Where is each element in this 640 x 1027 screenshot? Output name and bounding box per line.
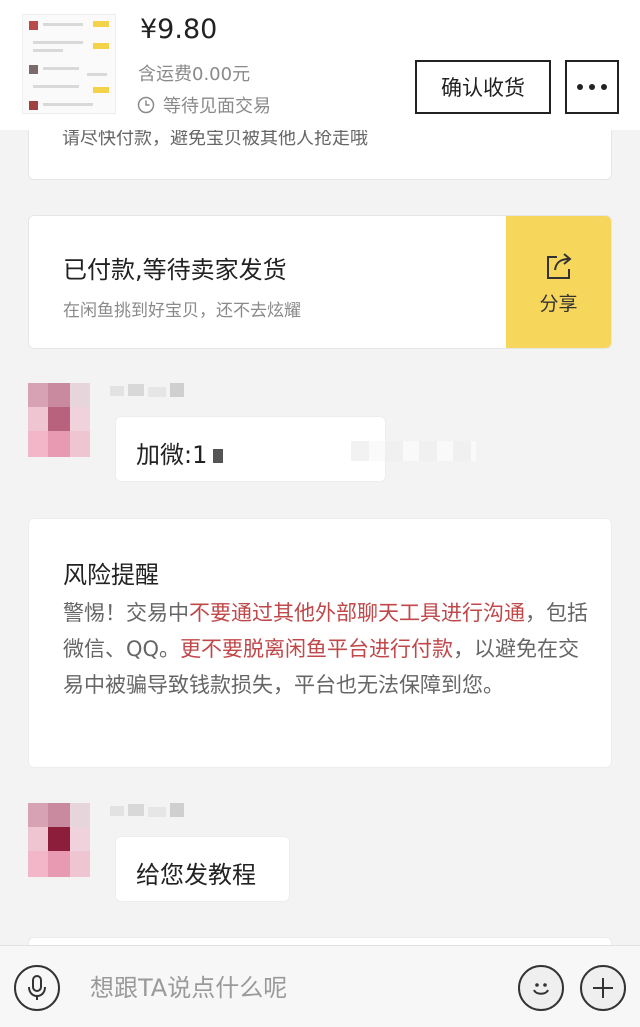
risk-reminder-title: 风险提醒 xyxy=(63,561,159,589)
redacted-number xyxy=(213,449,224,463)
plus-icon xyxy=(593,978,613,998)
microphone-icon xyxy=(28,975,46,1000)
chat-message-text: 给您发教程 xyxy=(136,861,256,889)
add-attachment-button[interactable] xyxy=(580,965,626,1011)
message-input[interactable] xyxy=(90,966,490,1010)
chat-bubble[interactable]: 加微:1 xyxy=(115,416,476,482)
more-options-button[interactable] xyxy=(565,60,619,114)
share-icon xyxy=(546,252,572,279)
share-label: 分享 xyxy=(539,292,578,315)
seller-avatar[interactable] xyxy=(28,383,90,457)
seller-avatar[interactable] xyxy=(28,803,90,877)
chat-bubble[interactable]: 给您发教程 xyxy=(115,836,290,902)
shipping-fee: 含运费0.00元 xyxy=(138,64,251,85)
sender-name-blurred xyxy=(110,382,194,402)
redacted-number-blur xyxy=(351,441,476,461)
risk-warning-highlight: 不要通过其他外部聊天工具进行沟通 xyxy=(189,601,525,625)
risk-reminder-card: 风险提醒 警惕！交易中不要通过其他外部聊天工具进行沟通，包括微信、QQ。更不要脱… xyxy=(28,518,612,768)
product-thumbnail[interactable] xyxy=(22,14,116,114)
smiley-icon xyxy=(533,983,549,995)
risk-reminder-body: 警惕！交易中不要通过其他外部聊天工具进行沟通，包括微信、QQ。更不要脱离闲鱼平台… xyxy=(63,601,588,697)
order-status: 等待见面交易 xyxy=(137,92,271,118)
share-button[interactable]: 分享 xyxy=(506,216,611,348)
confirm-receipt-button[interactable]: 确认收货 xyxy=(415,60,551,114)
order-status-text: 等待见面交易 xyxy=(163,96,271,117)
chat-input-bar xyxy=(0,945,640,1027)
order-header: ¥9.80 含运费0.00元 等待见面交易 确认收货 xyxy=(0,0,640,130)
emoji-button[interactable] xyxy=(518,965,564,1011)
sender-name-blurred xyxy=(110,802,194,822)
paid-status-card: 已付款,等待卖家发货 在闲鱼挑到好宝贝，还不去炫耀 分享 xyxy=(28,215,612,349)
paid-status-subtitle: 在闲鱼挑到好宝贝，还不去炫耀 xyxy=(63,301,301,321)
order-price: ¥9.80 xyxy=(140,14,218,45)
clock-icon xyxy=(137,96,155,114)
voice-input-button[interactable] xyxy=(14,965,60,1011)
chat-message-text: 加微:1 xyxy=(136,441,208,469)
more-icon xyxy=(577,84,607,90)
risk-warning-highlight: 更不要脱离闲鱼平台进行付款 xyxy=(180,637,454,661)
paid-status-title: 已付款,等待卖家发货 xyxy=(63,256,287,284)
